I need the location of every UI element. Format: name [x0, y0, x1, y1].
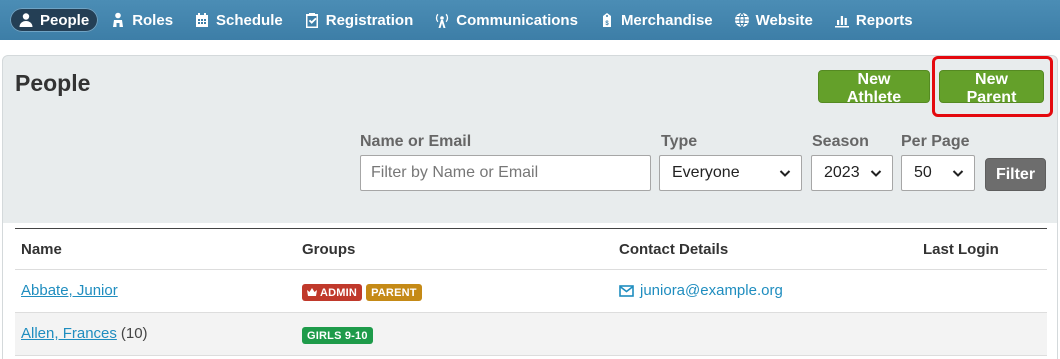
nav-item-schedule[interactable]: Schedule — [186, 8, 292, 32]
group-badge: GIRLS 9-10 — [302, 327, 373, 344]
users-icon — [19, 13, 33, 27]
nav-item-label: Reports — [855, 11, 913, 29]
nav-item-label: People — [40, 11, 90, 29]
person-age: (10) — [120, 325, 148, 342]
type-select[interactable]: Everyone — [659, 155, 802, 191]
parent-badge: PARENT — [366, 284, 422, 301]
name-email-filter-input[interactable]: Filter by Name or Email — [360, 155, 651, 191]
per-page-select-value: 50 — [914, 164, 932, 181]
groups-cell: ADMIN PARENT — [302, 284, 422, 301]
badge-label: PARENT — [371, 286, 417, 299]
email-link[interactable]: juniora@example.org — [619, 282, 783, 299]
nav-item-label: Roles — [132, 11, 174, 29]
person-name-link[interactable]: Abbate, Junior — [21, 282, 118, 299]
column-header-groups: Groups — [302, 241, 356, 258]
nav-item-label: Merchandise — [620, 11, 713, 29]
nav-item-label: Communications — [456, 11, 578, 29]
name-email-placeholder: Filter by Name or Email — [371, 164, 539, 181]
bar-chart-icon — [834, 16, 849, 28]
broadcast-tower-icon — [436, 13, 449, 28]
globe-icon — [734, 12, 749, 28]
admin-badge: ADMIN — [302, 284, 363, 301]
nav-item-communications[interactable]: Communications — [426, 8, 587, 32]
badge-label: ADMIN — [320, 286, 358, 299]
calendar-icon — [196, 13, 209, 27]
per-page-filter-label: Per Page — [901, 133, 970, 150]
new-athlete-button[interactable]: New Athlete — [818, 70, 930, 106]
nav-item-label: Registration — [325, 11, 414, 29]
chevron-down-icon — [870, 170, 882, 177]
nav-item-website[interactable]: Website — [726, 8, 822, 32]
people-table: Name Groups Contact Details Last Login A… — [15, 228, 1047, 356]
person-name-link[interactable]: Allen, Frances — [21, 325, 117, 342]
crown-icon — [307, 288, 317, 296]
season-select-value: 2023 — [824, 164, 860, 181]
filter-button[interactable]: Filter — [985, 158, 1046, 191]
roles-icon — [113, 12, 124, 27]
nav-item-label: Schedule — [216, 11, 283, 29]
name-filter-label: Name or Email — [360, 133, 472, 150]
new-parent-button[interactable]: New Parent — [939, 70, 1044, 106]
table-row: Allen, Frances (10) GIRLS 9-10 — [15, 313, 1047, 356]
column-header-name[interactable]: Name — [21, 241, 62, 258]
column-header-contact: Contact Details — [619, 241, 729, 258]
season-filter-label: Season — [812, 133, 869, 150]
name-cell: Allen, Frances (10) — [21, 325, 148, 342]
nav-item-people[interactable]: People — [10, 8, 99, 32]
column-header-last-login[interactable]: Last Login — [923, 241, 999, 258]
chevron-down-icon — [952, 170, 964, 177]
table-header: Name Groups Contact Details Last Login — [15, 228, 1047, 270]
groups-cell: GIRLS 9-10 — [302, 327, 373, 344]
envelope-icon — [619, 284, 634, 297]
people-panel: People New Athlete New Parent Name or Em… — [2, 55, 1058, 359]
type-filter-label: Type — [661, 133, 698, 150]
nav-item-merchandise[interactable]: $ Merchandise — [591, 8, 722, 32]
season-select[interactable]: 2023 — [811, 155, 893, 191]
name-cell: Abbate, Junior — [21, 282, 118, 299]
badge-label: GIRLS 9-10 — [307, 329, 368, 342]
nav-item-roles[interactable]: Roles — [102, 8, 182, 32]
price-tag-icon: $ — [602, 13, 611, 27]
page-title: People — [15, 70, 91, 96]
nav-item-reports[interactable]: Reports — [826, 8, 922, 32]
per-page-select[interactable]: 50 — [901, 155, 975, 191]
nav-item-label: Website — [755, 11, 813, 29]
table-row: Abbate, Junior ADMIN PARENT juniora@exam… — [15, 270, 1047, 313]
contact-cell: juniora@example.org — [619, 282, 783, 299]
nav-item-registration[interactable]: Registration — [296, 8, 423, 32]
top-navigation: People Roles Schedule Registration Commu… — [0, 0, 1060, 40]
type-select-value: Everyone — [672, 164, 740, 181]
chevron-down-icon — [779, 170, 791, 177]
clipboard-check-icon — [305, 13, 318, 28]
email-address: juniora@example.org — [640, 282, 783, 299]
